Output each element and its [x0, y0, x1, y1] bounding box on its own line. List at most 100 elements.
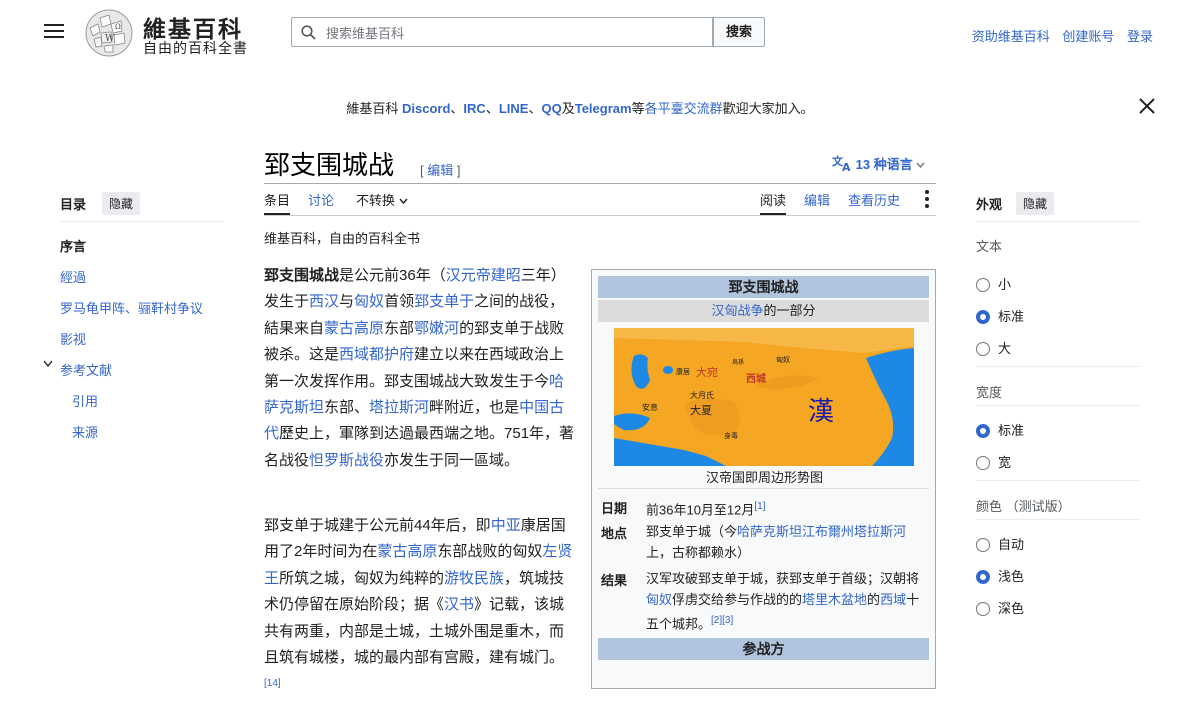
close-icon[interactable]: [1137, 96, 1157, 116]
appearance-divider: [976, 405, 1140, 406]
infobox-subtitle-rest: 的一部分: [763, 303, 816, 318]
article-byline: 维基百科，自由的百科全书: [264, 231, 421, 246]
map-label-xicheng: 西城: [746, 372, 766, 385]
color-dark-radio[interactable]: 深色: [976, 598, 1024, 617]
notice-qq[interactable]: QQ: [541, 101, 561, 116]
place-value: 郅支单于城（今哈萨克斯坦江布爾州塔拉斯河上，古称都赖水）: [646, 524, 907, 560]
color-auto-radio[interactable]: 自动: [976, 534, 1024, 553]
login-link[interactable]: 登录: [1127, 29, 1153, 44]
infobox-divider: [598, 488, 929, 489]
toc-item-references[interactable]: 参考文献: [60, 360, 112, 379]
appearance-divider: [976, 366, 1140, 367]
search-icon: [301, 25, 316, 40]
appearance-divider: [976, 519, 1140, 520]
text-size-small-radio[interactable]: 小: [976, 274, 1011, 293]
result-refs[interactable]: [2][3]: [711, 615, 733, 626]
text-size-standard-radio[interactable]: 标准: [976, 306, 1024, 325]
date-label: 日期: [601, 501, 628, 516]
search-button[interactable]: 搜索: [713, 17, 765, 47]
language-button[interactable]: 文 A 13 种语言: [832, 154, 925, 174]
chevron-down-icon: [916, 162, 925, 169]
tab-article[interactable]: 条目: [264, 190, 291, 215]
notice-sep: 、: [528, 101, 542, 116]
appearance-hide-button[interactable]: 隐藏: [1016, 192, 1055, 215]
place-link[interactable]: 哈萨克斯坦江布爾州塔拉斯河: [737, 524, 906, 539]
toc-item-media[interactable]: 影视: [60, 329, 86, 348]
date-text: 前36年10月至12月: [646, 502, 755, 518]
xiongnu-link[interactable]: 匈奴: [646, 592, 672, 607]
width-wide-radio[interactable]: 宽: [976, 452, 1011, 471]
appearance-heading: 外观: [976, 197, 1003, 212]
lead-paragraph: 郅支围城战是公元前36年（汉元帝建昭三年）发生于西汉与匈奴首领郅支单于之间的战役…: [264, 267, 575, 469]
search-input[interactable]: [324, 22, 708, 44]
western-regions-link[interactable]: 西域: [880, 592, 906, 607]
main-menu-button[interactable]: [44, 24, 64, 40]
notice-sep: 、: [485, 101, 499, 116]
title-divider: [264, 183, 936, 184]
toc-hide-button[interactable]: 隐藏: [102, 192, 141, 215]
map-label-kangju: 康居: [676, 367, 690, 376]
place-label: 地点: [601, 526, 628, 541]
site-tagline: 自由的百科全書: [143, 41, 248, 57]
site-header: W Ω 維基百科 自由的百科全書 搜索 资助维基百科 创建账号 登录: [0, 0, 1200, 70]
donate-link[interactable]: 资助维基百科: [972, 29, 1050, 44]
create-account-link[interactable]: 创建账号: [1062, 29, 1114, 44]
chevron-down-icon: [399, 198, 408, 205]
date-ref[interactable]: [1]: [754, 501, 765, 512]
language-count: 13 种语言: [855, 157, 913, 172]
translate-icon: 文 A: [832, 154, 851, 174]
width-standard-radio[interactable]: 标准: [976, 420, 1024, 439]
svg-text:A: A: [842, 161, 851, 172]
map-label-han: 漢: [808, 397, 834, 427]
notice-middle: 等: [631, 101, 645, 116]
notice-irc[interactable]: IRC: [463, 101, 485, 116]
chevron-down-icon[interactable]: [43, 360, 53, 368]
tab-edit[interactable]: 编辑: [804, 190, 830, 209]
toc-item-testudo[interactable]: 罗马龟甲阵、骊靬村争议: [60, 298, 203, 317]
toc-item-sources[interactable]: 来源: [72, 422, 98, 441]
toc-item-course[interactable]: 經過: [60, 267, 86, 286]
date-value: 前36年10月至12月[1]: [646, 496, 921, 520]
text-size-label: 文本: [976, 239, 1003, 254]
notice-telegram[interactable]: Telegram: [575, 101, 632, 116]
map-label-daxia: 大夏: [690, 403, 712, 417]
color-label: 颜色 （测试版）: [976, 499, 1071, 514]
infobox-title: 郅支围城战: [598, 276, 929, 298]
second-paragraph: 郅支单于城建于公元前44年后，即中亚康居国用了2年时间为在蒙古高原东部战败的匈奴…: [264, 517, 573, 690]
title-edit-link[interactable]: 编辑: [427, 163, 453, 178]
tarim-link[interactable]: 塔里木盆地: [802, 592, 867, 607]
appearance-divider: [976, 221, 1140, 222]
width-label: 宽度: [976, 385, 1003, 400]
text-size-large-radio[interactable]: 大: [976, 338, 1011, 357]
result-label: 结果: [601, 573, 628, 588]
map-label-xiongnu: 匈奴: [776, 355, 790, 364]
toc-divider: [60, 221, 224, 222]
page-title: 郅支围城战: [264, 151, 395, 181]
notice-sep: 、: [450, 101, 464, 116]
war-link[interactable]: 汉匈战争: [711, 303, 763, 318]
user-links: 资助维基百科 创建账号 登录: [963, 26, 1153, 45]
han-empire-map[interactable]: 大宛 西城 康居 匈奴 烏孫 大月氏 安息 大夏 身毒 漢: [614, 328, 914, 466]
notice-prefix: 維基百科: [346, 101, 402, 116]
toc-item-citations[interactable]: 引用: [72, 391, 98, 410]
tab-talk[interactable]: 讨论: [308, 190, 334, 209]
svg-text:Ω: Ω: [115, 23, 121, 31]
notice-suffix: 歡迎大家加入。: [722, 101, 814, 116]
more-tools-icon[interactable]: [925, 190, 931, 210]
notice-discord[interactable]: Discord: [402, 101, 450, 116]
map-caption: 汉帝国即周边形势图: [705, 470, 823, 485]
infobox-subtitle: 汉匈战争的一部分: [598, 300, 929, 322]
notice-groups-link[interactable]: 各平臺交流群: [645, 101, 723, 116]
variant-dropdown[interactable]: 不转换: [356, 190, 408, 209]
toc-item-intro[interactable]: 序言: [60, 236, 86, 255]
tab-history[interactable]: 查看历史: [848, 190, 900, 209]
tab-read[interactable]: 阅读: [760, 190, 787, 215]
map-label-shendu: 身毒: [724, 431, 738, 440]
map-label-anxi: 安息: [642, 402, 658, 412]
title-edit-section: [ 编辑 ]: [420, 163, 461, 178]
toc-heading: 目录: [60, 197, 87, 212]
color-light-radio[interactable]: 浅色: [976, 566, 1024, 585]
wikipedia-globe-logo[interactable]: W Ω: [84, 8, 134, 58]
notice-line[interactable]: LINE: [499, 101, 529, 116]
search-box[interactable]: [291, 17, 713, 47]
